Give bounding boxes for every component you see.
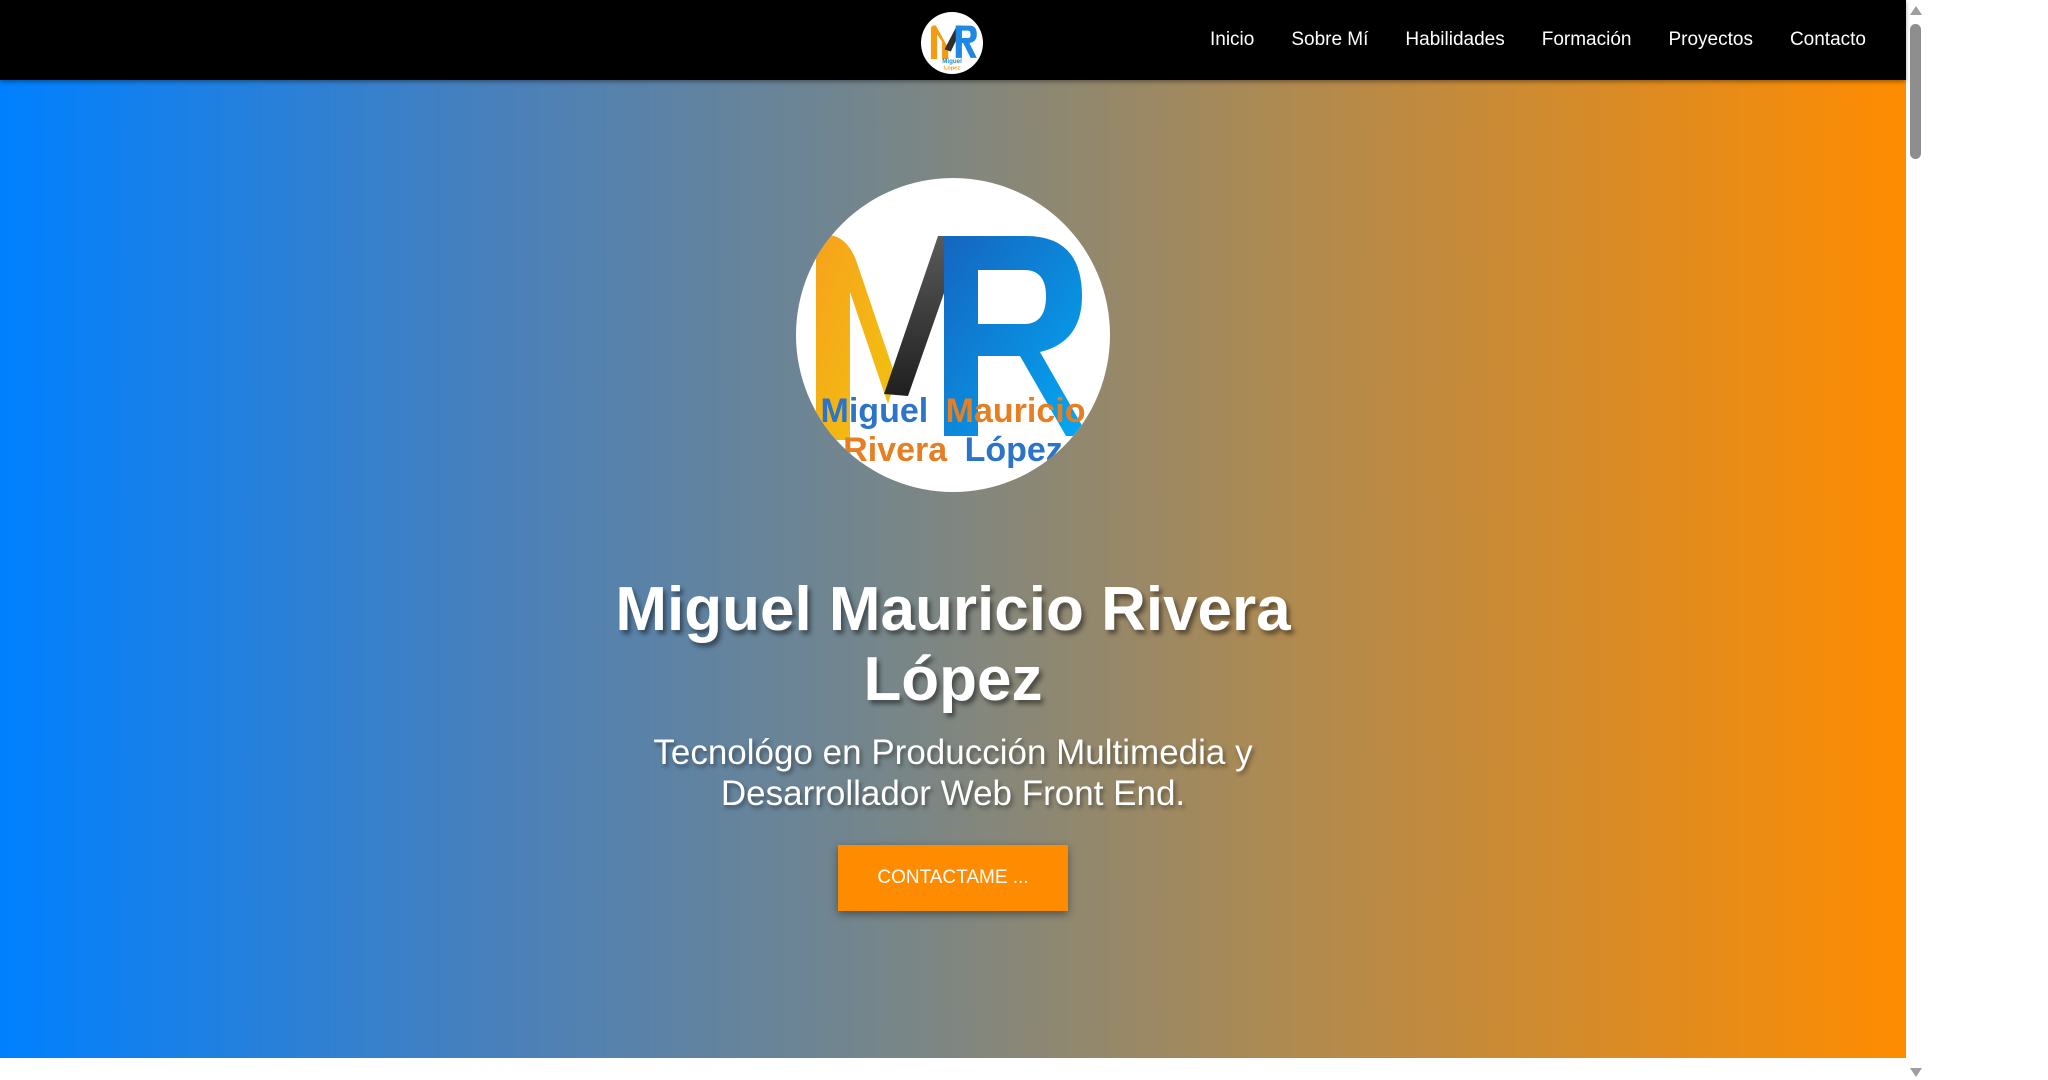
scrollbar[interactable] xyxy=(1906,0,1926,1080)
hero-section: Miguel Mauricio Rivera López Miguel Maur… xyxy=(0,80,1906,1058)
hero-logo: Miguel Mauricio Rivera López xyxy=(796,178,1110,492)
scroll-up-arrow-icon[interactable] xyxy=(1910,6,1922,15)
nav-menu: Inicio Sobre Mí Habilidades Formación Pr… xyxy=(1173,0,1866,80)
nav-link-formacion[interactable]: Formación xyxy=(1542,29,1632,50)
svg-text:Rivera López: Rivera López xyxy=(843,431,1063,469)
scroll-down-arrow-icon[interactable] xyxy=(1910,1068,1922,1077)
nav-link-contacto[interactable]: Contacto xyxy=(1790,29,1866,50)
hero-name-line2: López xyxy=(863,645,1043,714)
svg-text:Miguel Mauricio: Miguel Mauricio xyxy=(821,392,1086,430)
nav-link-sobre-mi[interactable]: Sobre Mí xyxy=(1291,29,1368,50)
nav-link-habilidades[interactable]: Habilidades xyxy=(1405,29,1504,50)
page-viewport: Miguel López Inicio Sobre Mí Habilidades… xyxy=(0,0,1906,1080)
mr-monogram-logo-icon: Miguel Mauricio Rivera López xyxy=(816,234,1088,469)
hero-name-line1: Miguel Mauricio Rivera xyxy=(615,575,1291,644)
contact-button[interactable]: CONTACTAME ... xyxy=(838,845,1068,911)
nav-link-inicio[interactable]: Inicio xyxy=(1210,29,1254,50)
mr-monogram-icon: Miguel López xyxy=(930,25,977,72)
svg-text:Miguel: Miguel xyxy=(942,58,962,65)
nav-link-proyectos[interactable]: Proyectos xyxy=(1668,29,1752,50)
hero-subtitle-line2: Desarrollador Web Front End. xyxy=(720,774,1186,813)
hero-subtitle-line1: Tecnológo en Producción Multimedia y xyxy=(653,733,1253,772)
hero-subtitle: Tecnológo en Producción Multimedia y Des… xyxy=(553,732,1353,814)
svg-text:López: López xyxy=(944,66,960,72)
scroll-thumb[interactable] xyxy=(1910,24,1921,159)
navbar: Miguel López Inicio Sobre Mí Habilidades… xyxy=(0,0,1906,80)
nav-logo[interactable]: Miguel López xyxy=(921,12,983,74)
hero-name-heading: Miguel Mauricio Rivera López xyxy=(553,575,1353,715)
